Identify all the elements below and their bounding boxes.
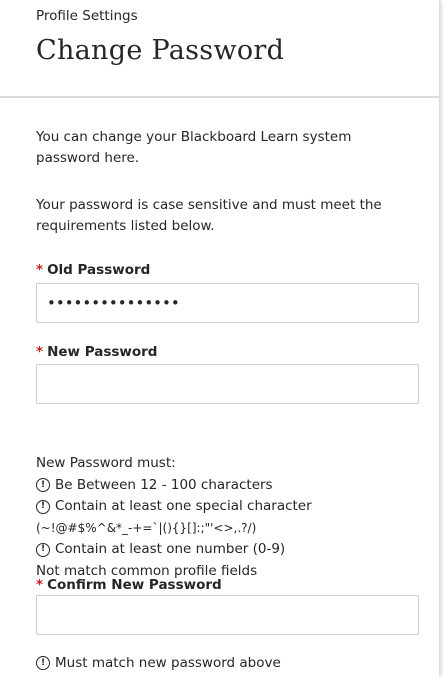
confirm-password-note-text: Must match new password above <box>55 655 281 671</box>
info-circle-icon: ! <box>36 542 50 557</box>
page-header: Profile Settings Change Password <box>0 0 439 96</box>
required-marker: * <box>36 262 44 278</box>
rule-length: ! Be Between 12 - 100 characters <box>36 475 426 497</box>
rule-number-text: Contain at least one number (0-9) <box>55 541 286 557</box>
required-marker: * <box>36 577 44 593</box>
old-password-label-text: Old Password <box>47 262 151 278</box>
new-password-label-text: New Password <box>47 344 158 360</box>
confirm-password-label: * Confirm New Password <box>36 577 222 593</box>
info-circle-icon: ! <box>36 656 50 670</box>
confirm-password-field[interactable] <box>36 595 419 635</box>
rules-heading: New Password must: <box>36 455 176 471</box>
rule-special-char-text: Contain at least one special character <box>55 498 312 514</box>
info-circle-icon: ! <box>36 478 50 493</box>
old-password-field[interactable] <box>36 283 419 323</box>
page-title: Change Password <box>36 35 285 66</box>
confirm-password-note: ! Must match new password above <box>36 655 281 671</box>
intro-text-2: Your password is case sensitive and must… <box>36 197 382 234</box>
info-circle-icon: ! <box>36 499 50 514</box>
new-password-label: * New Password <box>36 344 157 360</box>
rule-special-char-list: (~!@#$%^&*_-+=`|(){}[]:;"'<>,.?/) <box>36 520 257 535</box>
intro-text-1: You can change your Blackboard Learn sys… <box>36 129 352 166</box>
change-password-panel: Profile Settings Change Password You can… <box>0 0 439 677</box>
password-rules: New Password must: ! Be Between 12 - 100… <box>36 453 426 582</box>
old-password-label: * Old Password <box>36 262 150 278</box>
required-marker: * <box>36 344 44 360</box>
breadcrumb[interactable]: Profile Settings <box>36 8 138 24</box>
rule-length-text: Be Between 12 - 100 characters <box>55 476 273 493</box>
rule-special-char: ! Contain at least one special character <box>36 496 426 518</box>
header-divider <box>0 96 439 98</box>
new-password-field[interactable] <box>36 364 419 404</box>
rule-number: ! Contain at least one number (0-9) <box>36 539 426 561</box>
confirm-password-label-text: Confirm New Password <box>47 577 222 593</box>
